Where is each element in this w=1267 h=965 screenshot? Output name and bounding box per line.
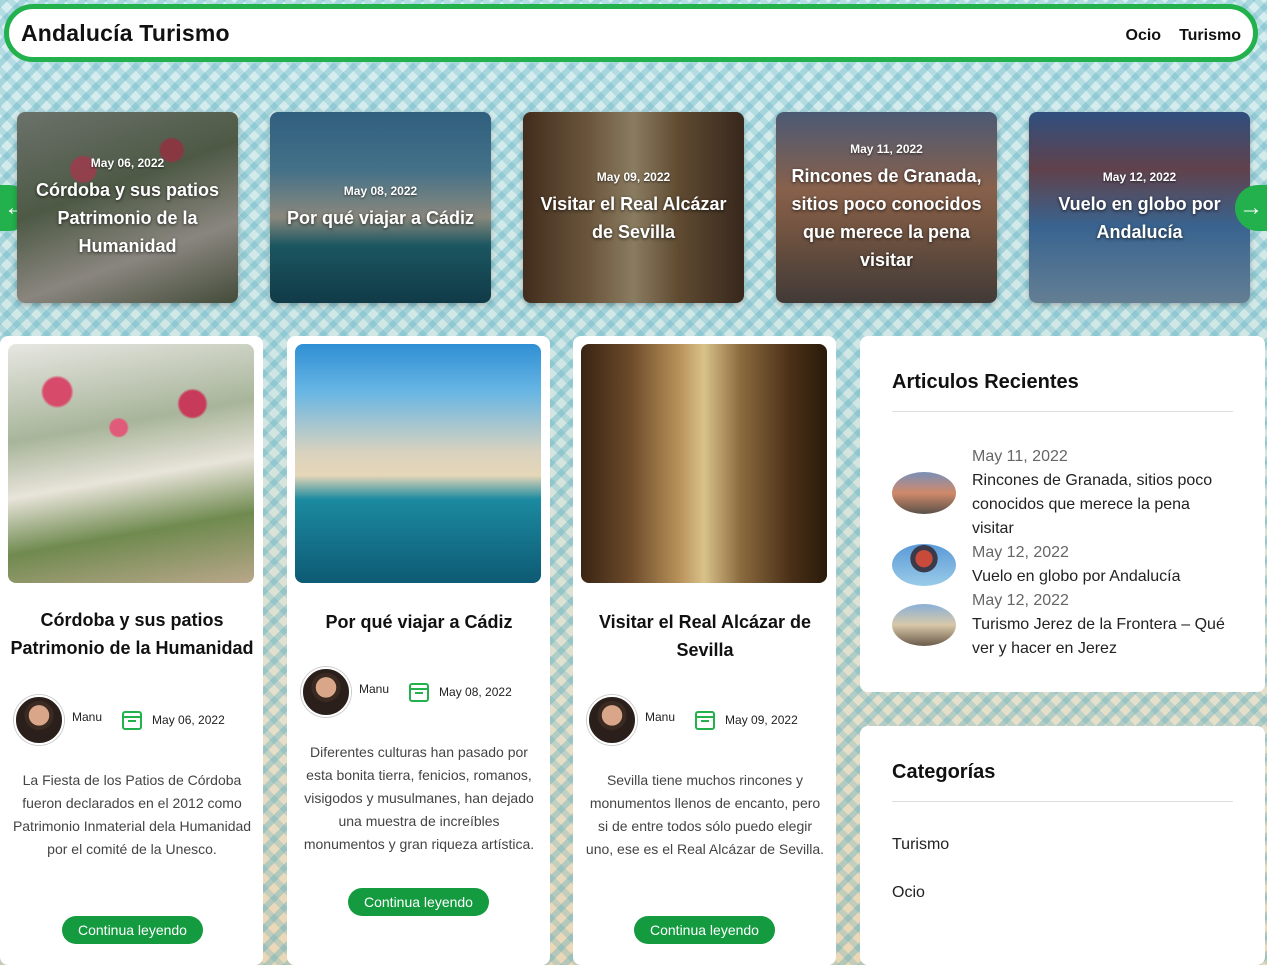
continue-reading-button[interactable]: Continua leyendo bbox=[634, 916, 775, 944]
recent-article-title[interactable]: Turismo Jerez de la Frontera – Qué ver y… bbox=[972, 613, 1232, 661]
slide-date: May 06, 2022 bbox=[90, 155, 165, 170]
slide-title[interactable]: Por qué viajar a Cádiz bbox=[287, 204, 474, 232]
recent-article-item[interactable]: May 12, 2022 Turismo Jerez de la Fronter… bbox=[892, 589, 1232, 661]
recent-article-item[interactable]: May 11, 2022 Rincones de Granada, sitios… bbox=[892, 445, 1232, 541]
post-title[interactable]: Por qué viajar a Cádiz bbox=[295, 608, 543, 636]
post-meta: Manu May 08, 2022 bbox=[301, 667, 512, 717]
post-image[interactable] bbox=[8, 344, 254, 583]
avatar bbox=[14, 695, 64, 745]
avatar bbox=[587, 695, 637, 745]
category-link-ocio[interactable]: Ocio bbox=[892, 884, 925, 902]
site-header: Andalucía Turismo Ocio Turismo bbox=[4, 4, 1258, 62]
post-card: Visitar el Real Alcázar de Sevilla Manu … bbox=[573, 336, 836, 965]
widget-heading: Articulos Recientes bbox=[892, 371, 1079, 393]
post-author[interactable]: Manu bbox=[645, 710, 675, 724]
post-meta: Manu May 06, 2022 bbox=[14, 695, 225, 745]
slide-date: May 11, 2022 bbox=[850, 141, 923, 156]
slide-title[interactable]: Córdoba y sus patios Patrimonio de la Hu… bbox=[27, 176, 228, 260]
post-title[interactable]: Visitar el Real Alcázar de Sevilla bbox=[581, 608, 829, 664]
site-brand[interactable]: Andalucía Turismo bbox=[21, 20, 230, 47]
category-link-turismo[interactable]: Turismo bbox=[892, 836, 949, 854]
post-image[interactable] bbox=[295, 344, 541, 583]
nav-item-turismo[interactable]: Turismo bbox=[1179, 27, 1241, 45]
article-thumbnail[interactable] bbox=[892, 544, 956, 586]
categories-widget: Categorías Turismo Ocio bbox=[860, 726, 1265, 965]
post-meta: Manu May 09, 2022 bbox=[587, 695, 798, 745]
slider-card[interactable]: May 11, 2022 Rincones de Granada, sitios… bbox=[776, 112, 997, 303]
post-date: May 09, 2022 bbox=[725, 713, 798, 727]
article-thumbnail[interactable] bbox=[892, 472, 956, 514]
continue-reading-button[interactable]: Continua leyendo bbox=[348, 888, 489, 916]
post-author[interactable]: Manu bbox=[72, 710, 102, 724]
post-image[interactable] bbox=[581, 344, 827, 583]
avatar bbox=[301, 667, 351, 717]
slide-title[interactable]: Vuelo en globo por Andalucía bbox=[1039, 190, 1240, 246]
recent-article-date: May 12, 2022 bbox=[972, 544, 1069, 561]
slider-card[interactable]: May 12, 2022 Vuelo en globo por Andalucí… bbox=[1029, 112, 1250, 303]
post-date: May 08, 2022 bbox=[439, 685, 512, 699]
recent-article-title[interactable]: Vuelo en globo por Andalucía bbox=[972, 565, 1180, 589]
post-card: Por qué viajar a Cádiz Manu May 08, 2022… bbox=[287, 336, 550, 965]
slider-card[interactable]: May 06, 2022 Córdoba y sus patios Patrim… bbox=[17, 112, 238, 303]
recent-article-date: May 11, 2022 bbox=[972, 448, 1068, 465]
calendar-icon bbox=[122, 710, 143, 730]
recent-articles-widget: Articulos Recientes May 11, 2022 Rincone… bbox=[860, 336, 1265, 692]
slide-title[interactable]: Visitar el Real Alcázar de Sevilla bbox=[533, 190, 734, 246]
post-author[interactable]: Manu bbox=[359, 682, 389, 696]
post-card: Córdoba y sus patios Patrimonio de la Hu… bbox=[0, 336, 263, 965]
calendar-icon bbox=[409, 682, 430, 702]
post-excerpt: Sevilla tiene muchos rincones y monument… bbox=[585, 772, 825, 857]
recent-article-date: May 12, 2022 bbox=[972, 592, 1069, 609]
post-date: May 06, 2022 bbox=[152, 713, 225, 727]
recent-article-title[interactable]: Rincones de Granada, sitios poco conocid… bbox=[972, 469, 1232, 541]
slide-date: May 09, 2022 bbox=[596, 169, 671, 184]
divider bbox=[892, 411, 1233, 412]
calendar-icon bbox=[695, 710, 716, 730]
continue-reading-button[interactable]: Continua leyendo bbox=[62, 916, 203, 944]
widget-heading: Categorías bbox=[892, 761, 996, 783]
article-thumbnail[interactable] bbox=[892, 604, 956, 646]
divider bbox=[892, 801, 1233, 802]
nav-item-ocio[interactable]: Ocio bbox=[1126, 27, 1162, 45]
main-nav: Ocio Turismo bbox=[1126, 21, 1242, 45]
slide-date: May 08, 2022 bbox=[343, 183, 418, 198]
slider-card[interactable]: May 09, 2022 Visitar el Real Alcázar de … bbox=[523, 112, 744, 303]
recent-article-item[interactable]: May 12, 2022 Vuelo en globo por Andalucí… bbox=[892, 541, 1232, 589]
post-excerpt: Diferentes culturas han pasado por esta … bbox=[303, 744, 535, 852]
slider-card[interactable]: May 08, 2022 Por qué viajar a Cádiz bbox=[270, 112, 491, 303]
post-excerpt: La Fiesta de los Patios de Córdoba fuero… bbox=[12, 772, 252, 857]
slide-date: May 12, 2022 bbox=[1102, 169, 1177, 184]
slide-title[interactable]: Rincones de Granada, sitios poco conocid… bbox=[786, 162, 987, 274]
post-title[interactable]: Córdoba y sus patios Patrimonio de la Hu… bbox=[8, 606, 256, 662]
